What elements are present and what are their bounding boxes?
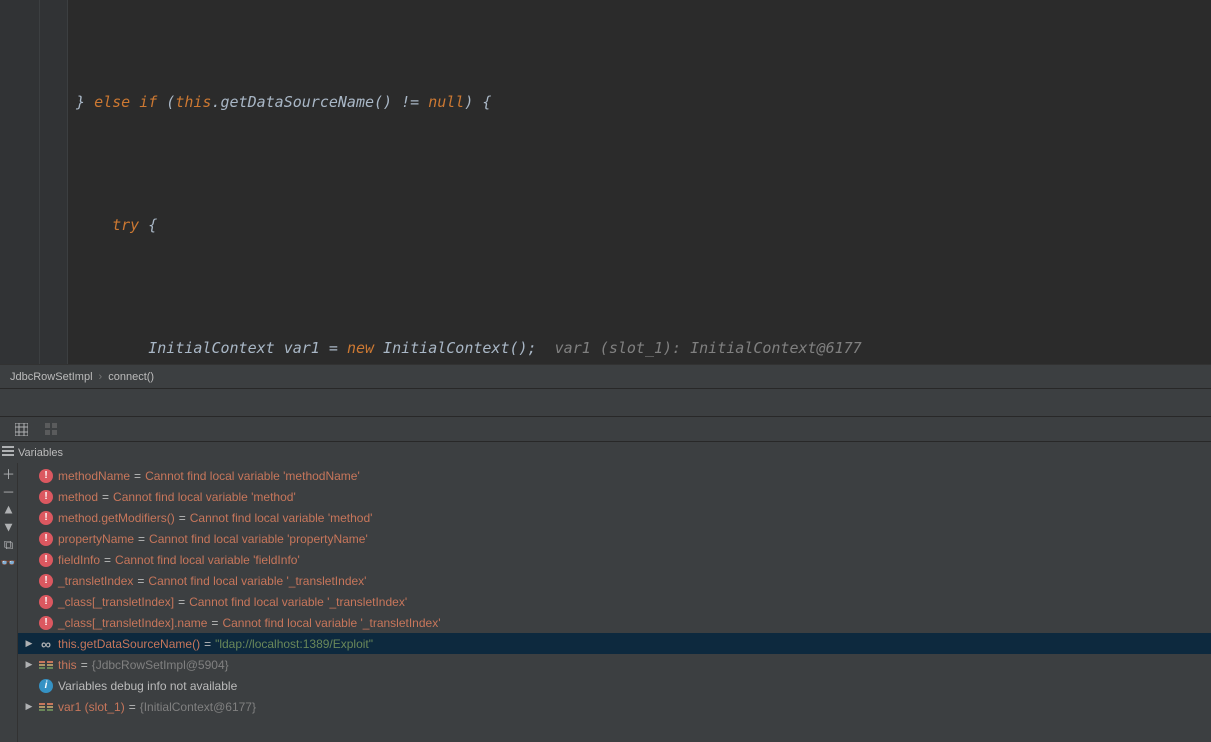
move-up-icon[interactable]: ▲	[3, 503, 15, 515]
breadcrumb-class[interactable]: JdbcRowSetImpl	[4, 371, 99, 383]
info-icon: i	[39, 679, 53, 693]
variable-row[interactable]: !method.getModifiers() = Cannot find loc…	[18, 507, 1211, 528]
object-icon	[39, 701, 53, 713]
variables-list[interactable]: !methodName = Cannot find local variable…	[18, 463, 1211, 742]
variable-row[interactable]: !fieldInfo = Cannot find local variable …	[18, 549, 1211, 570]
expand-icon[interactable]: ▶	[24, 638, 34, 649]
code-line[interactable]: } else if (this.getDataSourceName() != n…	[68, 82, 1211, 123]
variables-title: Variables	[18, 447, 63, 459]
error-icon: !	[39, 595, 53, 609]
error-icon: !	[39, 553, 53, 567]
variable-row[interactable]: !method = Cannot find local variable 'me…	[18, 486, 1211, 507]
editor-gutter	[0, 0, 40, 364]
error-icon: !	[39, 490, 53, 504]
code-line[interactable]: try {	[68, 205, 1211, 246]
remove-watch-icon[interactable]: －	[3, 485, 15, 497]
debug-toolbar-gap	[0, 388, 1211, 417]
error-icon: !	[39, 616, 53, 630]
variable-row[interactable]: !_transletIndex = Cannot find local vari…	[18, 570, 1211, 591]
variables-gutter: ＋ － ▲ ▼ ⧉ 👓	[0, 463, 18, 742]
glasses-icon[interactable]: 👓	[3, 557, 15, 569]
move-down-icon[interactable]: ▼	[3, 521, 15, 533]
error-icon: !	[39, 574, 53, 588]
add-watch-icon[interactable]: ＋	[3, 467, 15, 479]
error-icon: !	[39, 532, 53, 546]
variable-row[interactable]: iVariables debug info not available	[18, 675, 1211, 696]
copy-icon[interactable]: ⧉	[3, 539, 15, 551]
variable-row[interactable]: !propertyName = Cannot find local variab…	[18, 528, 1211, 549]
error-icon: !	[39, 511, 53, 525]
expand-icon[interactable]: ▶	[24, 701, 34, 712]
watch-icon: ∞	[41, 636, 51, 652]
variable-row[interactable]: ▶∞this.getDataSourceName() = "ldap://loc…	[18, 633, 1211, 654]
error-icon: !	[39, 469, 53, 483]
variables-panel: ＋ － ▲ ▼ ⧉ 👓 !methodName = Cannot find lo…	[0, 463, 1211, 742]
variable-row[interactable]: !_class[_transletIndex].name = Cannot fi…	[18, 612, 1211, 633]
expand-icon[interactable]: ▶	[24, 659, 34, 670]
variables-toolbar	[0, 417, 1211, 441]
grid-icon[interactable]	[14, 422, 28, 436]
layout-icon[interactable]	[44, 422, 58, 436]
editor-gutter-2	[40, 0, 68, 364]
object-icon	[39, 659, 53, 671]
variable-row[interactable]: !_class[_transletIndex] = Cannot find lo…	[18, 591, 1211, 612]
breadcrumb-method[interactable]: connect()	[102, 371, 160, 383]
breadcrumb[interactable]: JdbcRowSetImpl › connect()	[0, 364, 1211, 388]
variable-row[interactable]: !methodName = Cannot find local variable…	[18, 465, 1211, 486]
variable-row[interactable]: ▶var1 (slot_1) = {InitialContext@6177}	[18, 696, 1211, 717]
code-content[interactable]: } else if (this.getDataSourceName() != n…	[68, 0, 1211, 364]
variables-panel-header[interactable]: Variables	[0, 441, 1211, 463]
variables-icon	[2, 446, 14, 459]
code-editor[interactable]: } else if (this.getDataSourceName() != n…	[0, 0, 1211, 364]
variable-row[interactable]: ▶this = {JdbcRowSetImpl@5904}	[18, 654, 1211, 675]
code-line[interactable]: InitialContext var1 = new InitialContext…	[68, 328, 1211, 364]
